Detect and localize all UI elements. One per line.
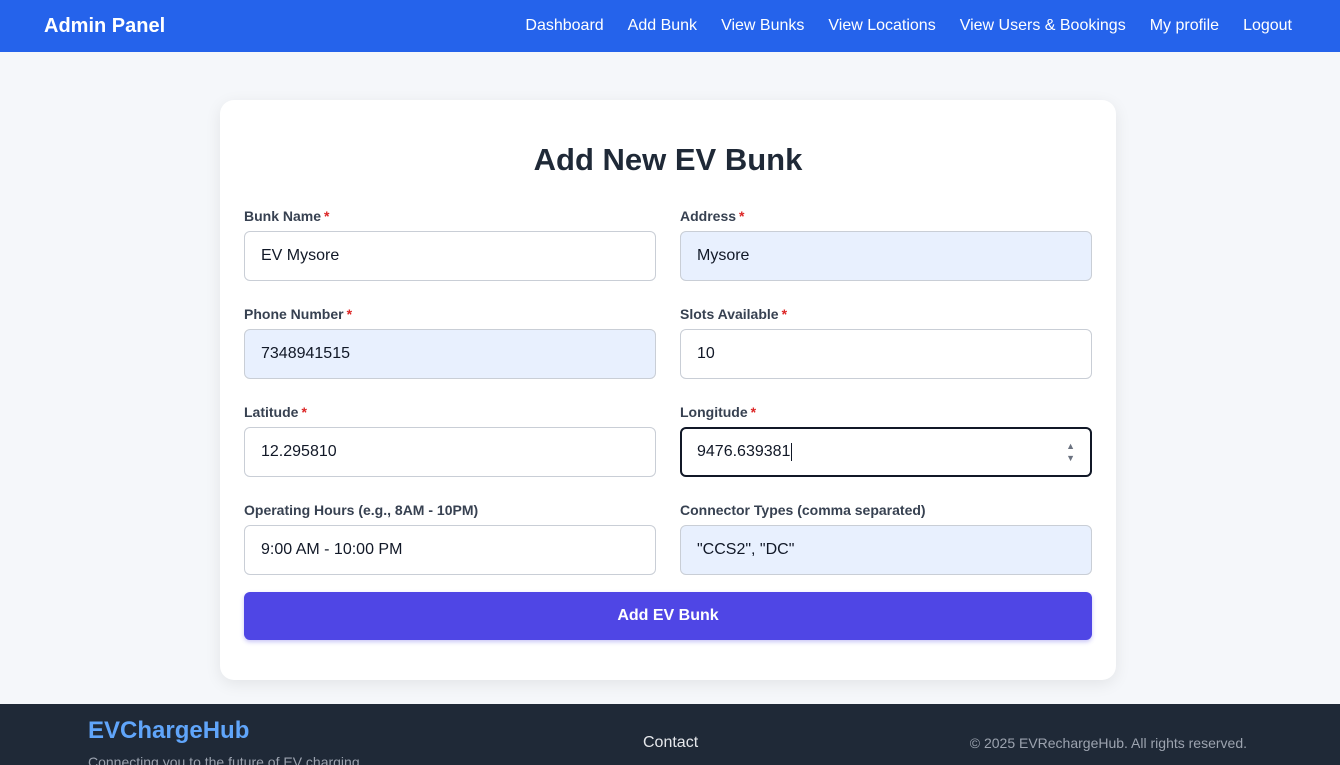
longitude-input[interactable]: 9476.639381 ▲ ▼ — [680, 427, 1092, 477]
nav-link-dashboard[interactable]: Dashboard — [525, 17, 603, 35]
connectors-value: "CCS2", "DC" — [697, 541, 795, 558]
address-group: Address * Mysore — [680, 208, 1092, 306]
longitude-value: 9476.639381 — [697, 443, 791, 461]
slots-input[interactable]: 10 — [680, 329, 1092, 379]
footer-copyright: © 2025 EVRechargeHub. All rights reserve… — [969, 735, 1247, 751]
add-ev-bunk-button[interactable]: Add EV Bunk — [244, 592, 1092, 640]
hours-value: 9:00 AM - 10:00 PM — [261, 541, 403, 558]
hours-label: Operating Hours (e.g., 8AM - 10PM) — [244, 502, 479, 518]
required-marker: * — [324, 208, 330, 224]
add-bunk-form: Bunk Name * EV Mysore Address * Mysore Pho… — [244, 208, 1092, 600]
nav-link-add-bunk[interactable]: Add Bunk — [628, 17, 697, 35]
phone-group: Phone Number * 7348941515 — [244, 306, 656, 404]
phone-value: 7348941515 — [261, 345, 350, 362]
longitude-label: Longitude * — [680, 404, 757, 420]
nav-link-view-locations[interactable]: View Locations — [828, 17, 935, 35]
top-navbar: Admin Panel Dashboard Add Bunk View Bunk… — [0, 0, 1340, 52]
nav-links: Dashboard Add Bunk View Bunks View Locat… — [525, 17, 1292, 35]
latitude-group: Latitude * 12.295810 — [244, 404, 656, 502]
navbar-brand[interactable]: Admin Panel — [44, 15, 165, 38]
phone-input[interactable]: 7348941515 — [244, 329, 656, 379]
latitude-label: Latitude * — [244, 404, 307, 420]
text-caret — [791, 442, 793, 461]
connectors-input[interactable]: "CCS2", "DC" — [680, 525, 1092, 575]
nav-link-users-bookings[interactable]: View Users & Bookings — [960, 17, 1126, 35]
number-spinner[interactable]: ▲ ▼ — [1066, 441, 1075, 463]
connectors-group: Connector Types (comma separated) "CCS2"… — [680, 502, 1092, 600]
spinner-up-icon[interactable]: ▲ — [1066, 441, 1075, 451]
slots-value: 10 — [697, 345, 715, 362]
required-marker: * — [750, 404, 757, 420]
spinner-down-icon[interactable]: ▼ — [1066, 453, 1075, 463]
nav-link-logout[interactable]: Logout — [1243, 17, 1292, 35]
bunk-name-value: EV Mysore — [261, 247, 340, 264]
longitude-group: Longitude * 9476.639381 ▲ ▼ — [680, 404, 1092, 502]
required-marker: * — [346, 306, 353, 322]
slots-group: Slots Available * 10 — [680, 306, 1092, 404]
latitude-value: 12.295810 — [261, 443, 337, 460]
required-marker: * — [301, 404, 307, 420]
required-marker: * — [781, 306, 788, 322]
nav-link-view-bunks[interactable]: View Bunks — [721, 17, 804, 35]
required-marker: * — [739, 208, 745, 224]
footer-tagline: Connecting you to the future of EV charg… — [88, 754, 360, 765]
footer-contact-link[interactable]: Contact — [643, 734, 698, 752]
address-input[interactable]: Mysore — [680, 231, 1092, 281]
nav-link-my-profile[interactable]: My profile — [1150, 17, 1219, 35]
add-bunk-card: Add New EV Bunk Bunk Name * EV Mysore Add… — [220, 100, 1116, 680]
address-label: Address * — [680, 208, 745, 224]
page-title: Add New EV Bunk — [533, 142, 803, 177]
bunk-name-input[interactable]: EV Mysore — [244, 231, 656, 281]
connectors-label: Connector Types (comma separated) — [680, 502, 926, 518]
site-footer: EVChargeHub Connecting you to the future… — [0, 704, 1340, 765]
address-value: Mysore — [697, 247, 750, 264]
slots-label: Slots Available * — [680, 306, 788, 322]
footer-brand: EVChargeHub — [88, 717, 250, 744]
phone-label: Phone Number * — [244, 306, 353, 322]
hours-group: Operating Hours (e.g., 8AM - 10PM) 9:00 … — [244, 502, 656, 600]
hours-input[interactable]: 9:00 AM - 10:00 PM — [244, 525, 656, 575]
latitude-input[interactable]: 12.295810 — [244, 427, 656, 477]
bunk-name-label: Bunk Name * — [244, 208, 330, 224]
bunk-name-group: Bunk Name * EV Mysore — [244, 208, 656, 306]
